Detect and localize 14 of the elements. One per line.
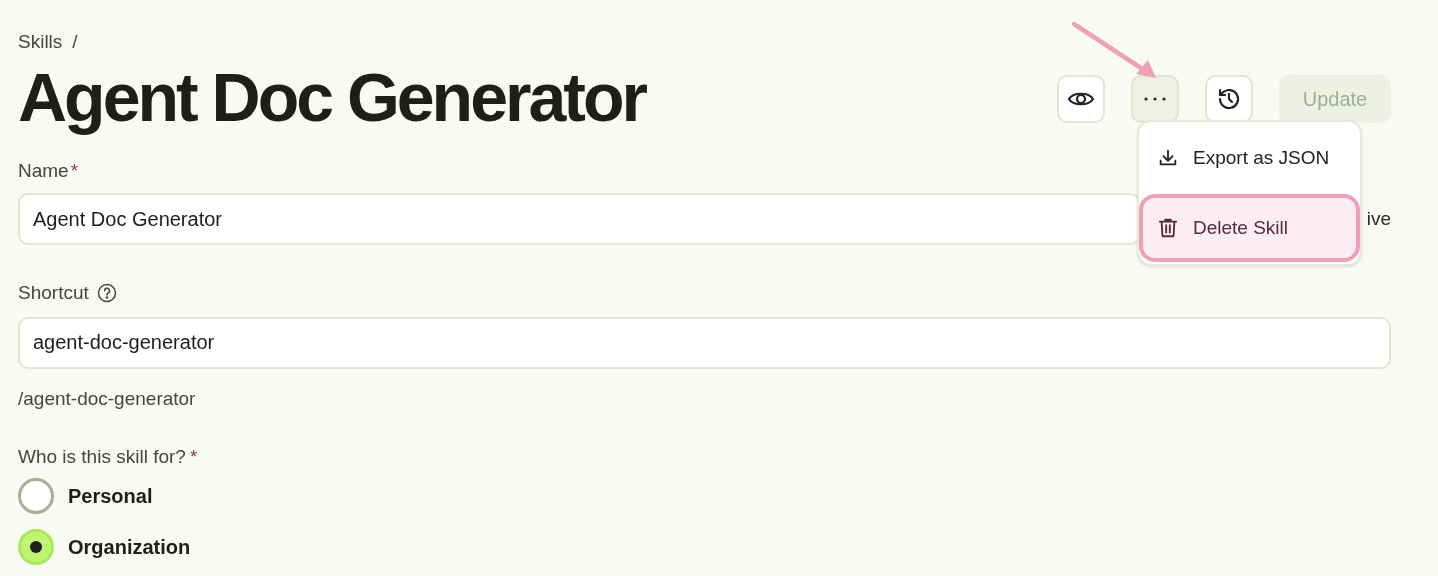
radio-label: Personal (68, 483, 153, 509)
shortcut-preview: /agent-doc-generator (18, 386, 197, 411)
menu-item[interactable]: Export as JSON (1143, 128, 1356, 188)
status-label: ive (1366, 206, 1391, 231)
radio-label: Organization (68, 534, 191, 560)
field-label: Shortcut (18, 281, 89, 305)
required-mark: * (189, 445, 198, 469)
shortcut-field[interactable]: agent-doc-generator (18, 316, 1391, 369)
field-label: Name (18, 158, 69, 183)
required-mark: * (70, 158, 79, 183)
name-field[interactable]: Agent Doc Generator (18, 193, 1140, 245)
breadcrumb-link[interactable]: Skills (18, 28, 63, 57)
field-label: Who is this skill for? (18, 445, 186, 469)
breadcrumb-separator: / (72, 30, 78, 54)
